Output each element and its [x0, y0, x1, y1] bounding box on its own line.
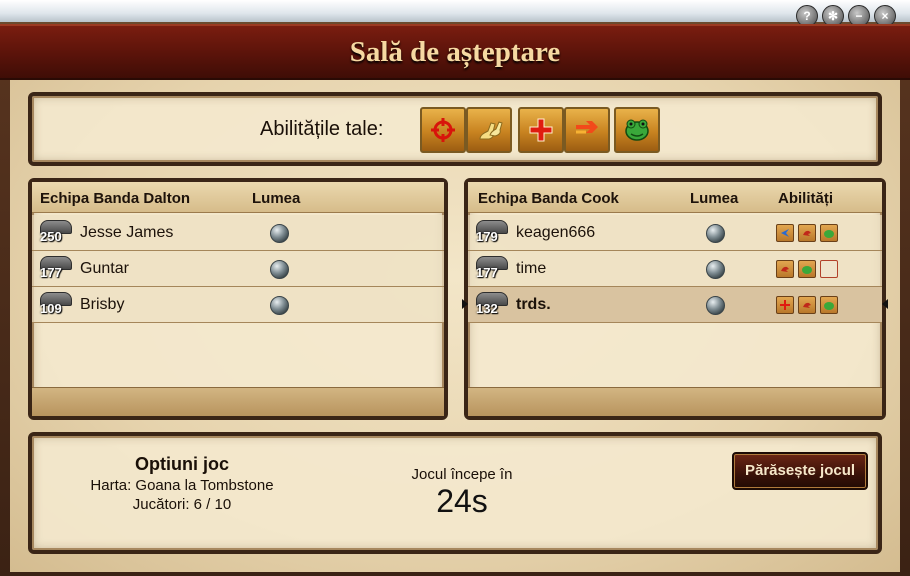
- rank-badge: 177: [474, 254, 508, 282]
- level-label: 109: [40, 301, 62, 316]
- green-frog-icon: [798, 260, 816, 278]
- green-frog-icon: [820, 224, 838, 242]
- player-row[interactable]: 109 Brisby: [32, 287, 444, 323]
- frog-icon[interactable]: [614, 107, 660, 153]
- empty-skill-slot: [820, 260, 838, 278]
- world-header: Lumea: [690, 190, 739, 207]
- red-boot-icon: [776, 260, 794, 278]
- window-frame: ? ✻ − × Sală de așteptare Abilitățile ta…: [0, 0, 910, 576]
- selection-arrow-left-icon: [462, 299, 468, 309]
- globe-icon: [706, 224, 725, 243]
- rank-badge: 179: [474, 218, 508, 246]
- red-boot-icon: [798, 224, 816, 242]
- players-count: Jucători: 6 / 10: [132, 496, 232, 513]
- game-options-panel: Optiuni joc Harta: Goana la Tombstone Ju…: [28, 432, 882, 554]
- green-frog-icon: [820, 296, 838, 314]
- player-name: trds.: [516, 296, 551, 313]
- window-title: Sală de așteptare: [349, 36, 561, 68]
- player-name: time: [516, 260, 547, 277]
- lobby-body: Abilitățile tale: Echipa Banda Dalton Lu…: [10, 80, 900, 572]
- world-header: Lumea: [252, 190, 301, 207]
- health-cross-icon: [776, 296, 794, 314]
- boots-icon[interactable]: [466, 107, 512, 153]
- team-footer: [32, 387, 444, 416]
- globe-icon: [270, 260, 289, 279]
- team-cook-panel: Echipa Banda Cook Lumea Abilități 179 ke…: [462, 178, 888, 420]
- rank-badge: 132: [474, 290, 508, 318]
- player-row[interactable]: 177 time: [468, 251, 882, 287]
- map-label: Harta: Goana la Tombstone: [90, 477, 274, 494]
- countdown-value: 24s: [436, 483, 488, 519]
- player-row[interactable]: 179 keagen666: [468, 215, 882, 251]
- level-label: 179: [476, 229, 498, 244]
- team-header: Echipa Banda Dalton Lumea: [32, 182, 444, 213]
- player-row[interactable]: 250 Jesse James: [32, 215, 444, 251]
- team-name-header: Echipa Banda Cook: [478, 190, 619, 207]
- red-boot-icon: [798, 296, 816, 314]
- player-row-selected[interactable]: 132 trds.: [462, 287, 888, 323]
- snow-border: [0, 0, 910, 24]
- globe-icon: [270, 296, 289, 315]
- level-label: 177: [40, 265, 62, 280]
- level-label: 132: [476, 301, 498, 316]
- skills-panel: Abilitățile tale:: [28, 92, 882, 166]
- player-name: Jesse James: [80, 224, 174, 241]
- rank-badge: 177: [38, 254, 72, 282]
- skills-header: Abilități: [778, 190, 833, 207]
- team-header: Echipa Banda Cook Lumea Abilități: [468, 182, 882, 213]
- rank-badge: 109: [38, 290, 72, 318]
- title-bar: Sală de așteptare: [0, 24, 910, 80]
- globe-icon: [706, 260, 725, 279]
- team-dalton-panel: Echipa Banda Dalton Lumea 250 Jesse Jame…: [28, 178, 448, 420]
- blue-target-icon: [776, 224, 794, 242]
- player-row[interactable]: 177 Guntar: [32, 251, 444, 287]
- player-name: Brisby: [80, 296, 125, 313]
- skills-label: Abilitățile tale:: [260, 118, 384, 140]
- dash-arrows-icon[interactable]: [564, 107, 610, 153]
- crosshair-icon[interactable]: [420, 107, 466, 153]
- player-name: Guntar: [80, 260, 129, 277]
- selection-arrow-right-icon: [882, 299, 888, 309]
- leave-game-button[interactable]: Părăsește jocul: [732, 452, 868, 490]
- level-label: 250: [40, 229, 62, 244]
- countdown-label: Jocul începe în: [411, 466, 513, 483]
- globe-icon: [706, 296, 725, 315]
- player-name: keagen666: [516, 224, 596, 241]
- team-footer: [468, 387, 882, 416]
- rank-badge: 250: [38, 218, 72, 246]
- options-title: Optiuni joc: [135, 454, 229, 474]
- team-name-header: Echipa Banda Dalton: [40, 190, 191, 207]
- level-label: 177: [476, 265, 498, 280]
- globe-icon: [270, 224, 289, 243]
- health-cross-icon[interactable]: [518, 107, 564, 153]
